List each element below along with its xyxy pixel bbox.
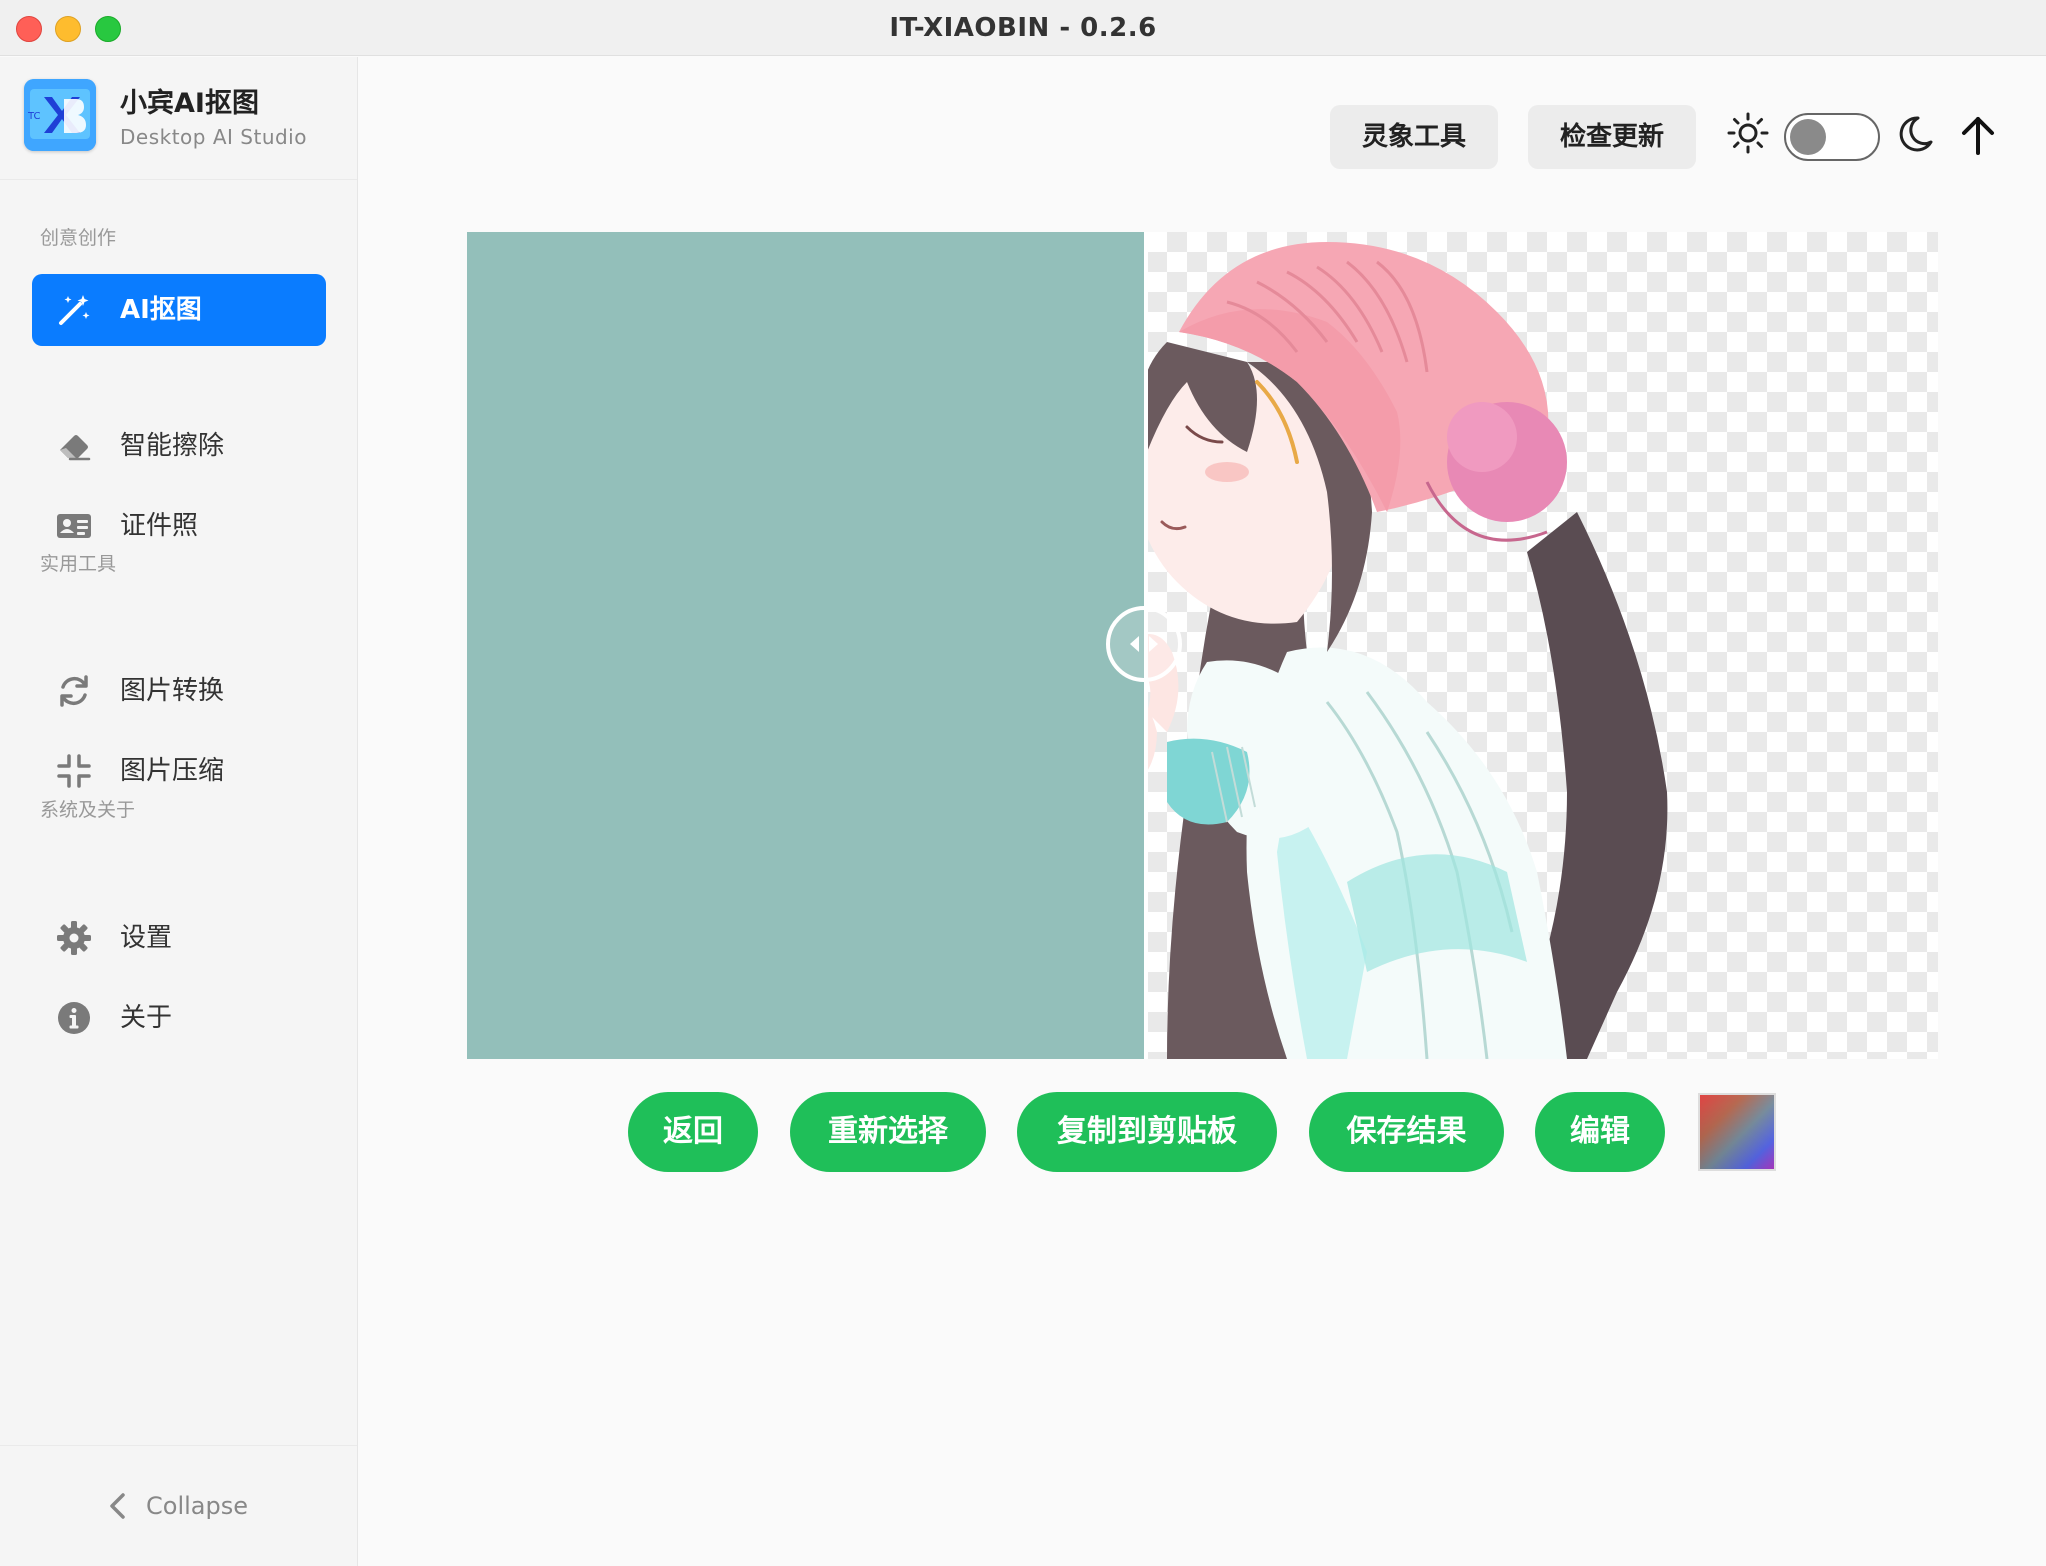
reselect-button[interactable]: 重新选择 (790, 1092, 986, 1172)
sidebar-item-image-convert[interactable]: 图片转换 (32, 655, 326, 727)
eraser-icon (56, 428, 92, 464)
app-logo: TC (24, 79, 96, 151)
svg-text:TC: TC (27, 111, 41, 122)
title-bar: IT-XIAOBIN - 0.2.6 (0, 0, 2046, 56)
background-color-picker[interactable] (1698, 1093, 1776, 1171)
collapse-sidebar-button[interactable]: Collapse (0, 1445, 357, 1566)
theme-toggle[interactable] (1784, 113, 1880, 161)
sidebar-item-label: 智能擦除 (120, 431, 225, 461)
sidebar-item-label: 图片转换 (120, 676, 225, 706)
sidebar-item-label: 图片压缩 (120, 756, 225, 786)
sidebar-item-ai-matting[interactable]: AI抠图 (32, 274, 326, 346)
sidebar-item-label: 证件照 (120, 511, 199, 541)
window-title: IT-XIAOBIN - 0.2.6 (889, 13, 1157, 43)
arrow-up-icon[interactable] (1956, 113, 2000, 157)
section-title-utilities: 实用工具 (40, 553, 117, 575)
compare-slider-handle[interactable] (1105, 606, 1182, 682)
sidebar-item-about[interactable]: 关于 (32, 982, 326, 1054)
sidebar-item-label: 设置 (120, 923, 173, 953)
id-card-icon (56, 508, 92, 544)
sidebar-item-smart-erase[interactable]: 智能擦除 (32, 410, 326, 482)
brand-header: TC 小宾AI抠图 Desktop AI Studio (0, 57, 357, 180)
sidebar-item-settings[interactable]: 设置 (32, 902, 326, 974)
edit-button[interactable]: 编辑 (1535, 1092, 1665, 1172)
section-title-creative: 创意创作 (40, 227, 117, 249)
sidebar-item-label: AI抠图 (120, 295, 202, 325)
main-content: 灵象工具 检查更新 返回 重新选择 复制到剪贴板 保存结果 编辑 (358, 57, 2046, 1566)
image-compare-viewer[interactable] (467, 232, 1938, 1059)
toggle-knob (1790, 119, 1826, 155)
app-name: 小宾AI抠图 (120, 88, 259, 119)
original-background-pane (467, 232, 1144, 1059)
back-button[interactable]: 返回 (628, 1092, 758, 1172)
gear-icon (56, 920, 92, 956)
compress-icon (56, 753, 92, 789)
info-icon (56, 1000, 92, 1036)
sidebar: TC 小宾AI抠图 Desktop AI Studio 创意创作 AI抠图 智能… (0, 57, 358, 1566)
section-title-system: 系统及关于 (40, 799, 136, 821)
app-subtitle: Desktop AI Studio (120, 125, 307, 149)
chevron-left-icon (106, 1492, 130, 1520)
save-result-button[interactable]: 保存结果 (1309, 1092, 1504, 1172)
refresh-icon (56, 673, 92, 709)
lingxiang-tools-button[interactable]: 灵象工具 (1330, 105, 1498, 169)
copy-to-clipboard-button[interactable]: 复制到剪贴板 (1017, 1092, 1277, 1172)
sidebar-item-label: 关于 (120, 1003, 173, 1033)
app-window: IT-XIAOBIN - 0.2.6 TC 小宾AI抠图 Desktop AI … (0, 0, 2046, 1566)
magic-wand-icon (56, 292, 92, 328)
moon-icon (1892, 113, 1936, 157)
check-update-button[interactable]: 检查更新 (1528, 105, 1696, 169)
collapse-label: Collapse (146, 1492, 248, 1520)
sun-icon (1726, 111, 1770, 155)
